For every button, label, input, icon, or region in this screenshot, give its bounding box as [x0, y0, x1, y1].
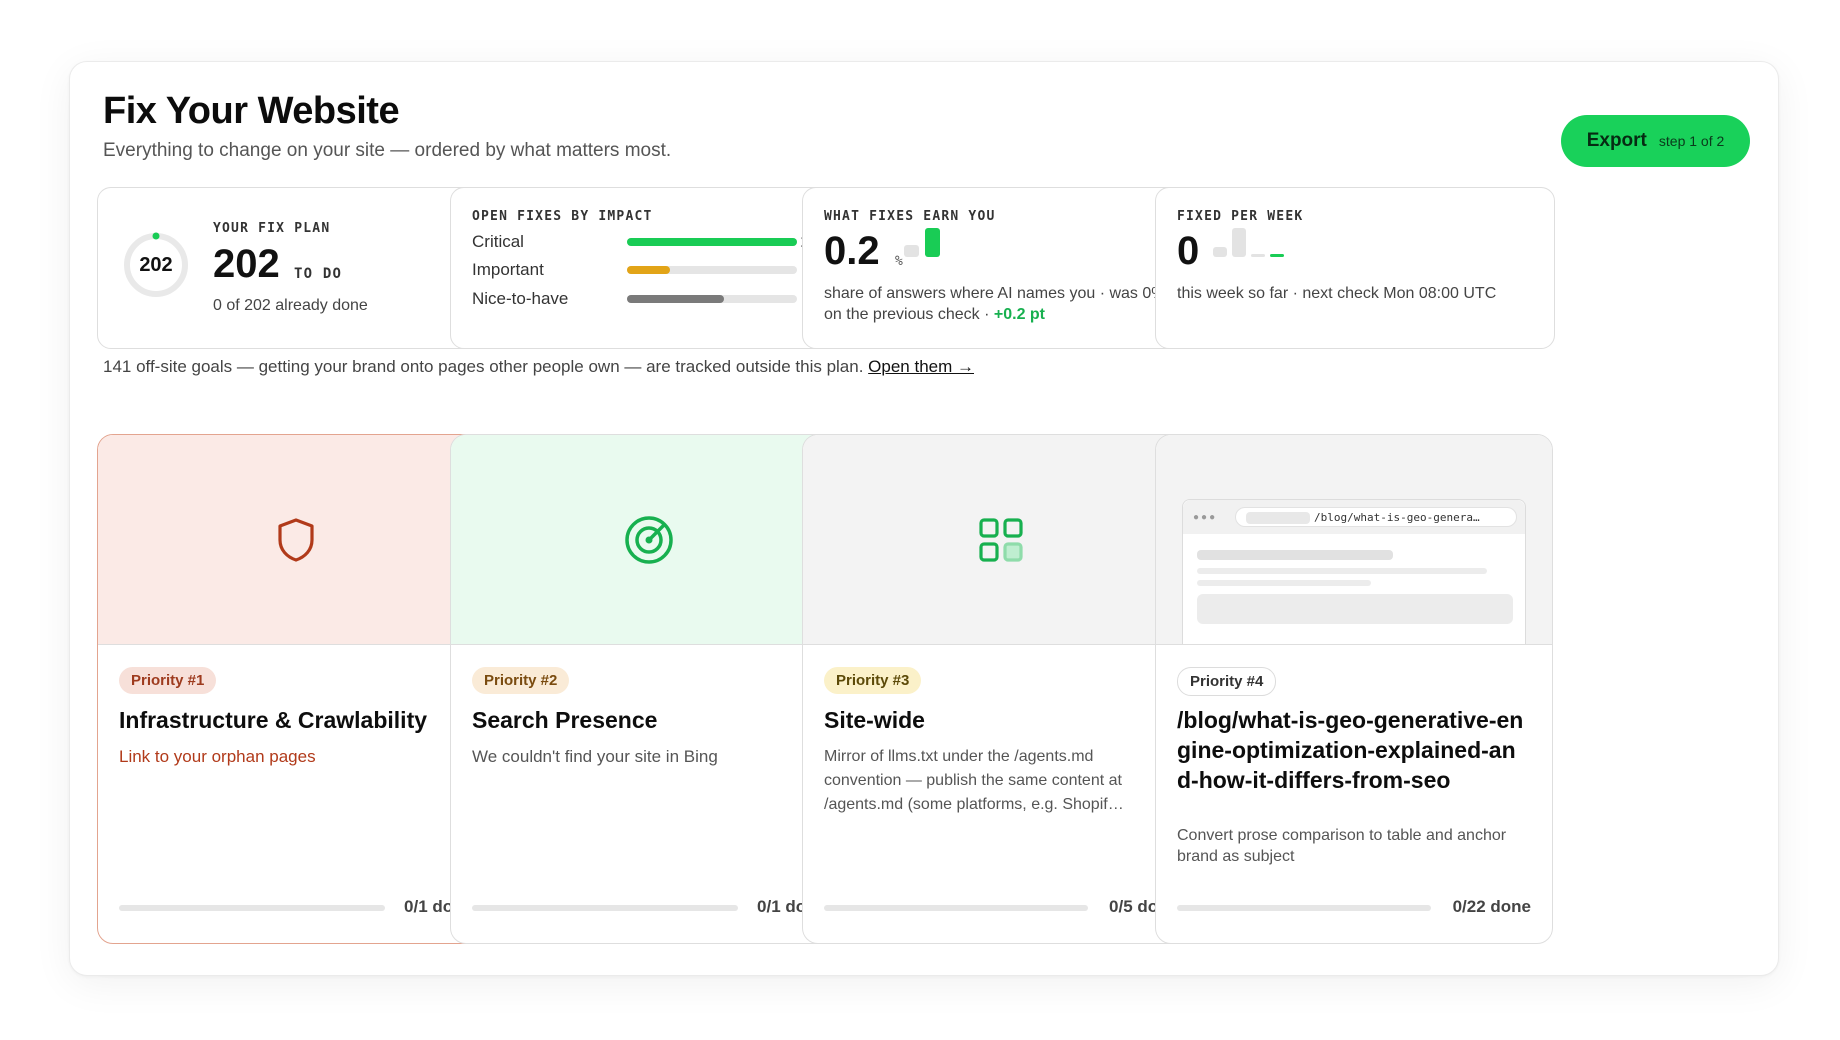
task-description: Link to your orphan pages	[119, 747, 316, 766]
plan-count: 202	[213, 242, 280, 286]
radar-target-icon	[625, 515, 673, 564]
task-description: We couldn't find your site in Bing	[472, 747, 718, 766]
offsite-text: 141 off-site goals — getting your brand …	[103, 357, 869, 376]
task-card-4[interactable]: ●●● /blog/what-is-geo-genera… Priority #…	[1155, 434, 1553, 944]
fix-plan-panel: Fix Your Website Everything to change on…	[69, 61, 1779, 976]
weekly-bar	[1251, 254, 1265, 257]
impact-row-critical: Critical 111	[472, 232, 827, 252]
impact-track	[627, 295, 797, 303]
page-subtitle: Everything to change on your site — orde…	[103, 140, 672, 161]
placeholder-block	[1197, 594, 1513, 624]
task-progress: 0/5 done	[824, 897, 1178, 917]
task-card-2[interactable]: Priority #2 Search Presence We couldn't …	[450, 434, 848, 944]
earn-card: WHAT FIXES EARN YOU 0.2 % share of answe…	[802, 187, 1202, 349]
placeholder-line	[1197, 580, 1371, 586]
placeholder-line	[1197, 550, 1393, 560]
earn-bar-current	[925, 228, 940, 257]
task-hero	[803, 435, 1199, 645]
task-done-count: 0/22 done	[1452, 897, 1531, 916]
task-title: Site-wide	[824, 707, 925, 733]
weekly-description: this week so far · next check Mon 08:00 …	[1177, 285, 1497, 302]
export-button-label: Export	[1586, 130, 1647, 151]
priority-badge: Priority #1	[119, 667, 217, 694]
browser-url-path: /blog/what-is-geo-genera…	[1314, 511, 1480, 524]
impact-row-name: Important	[472, 260, 544, 279]
impact-row-name: Critical	[472, 232, 524, 251]
weekly-bar-current	[1270, 254, 1284, 257]
task-progress: 0/1 done	[472, 897, 826, 917]
task-progress-track	[1177, 905, 1431, 911]
placeholder-line	[1197, 568, 1487, 574]
earn-sparkline	[904, 228, 944, 257]
impact-row-name: Nice-to-have	[472, 289, 569, 308]
browser-url-bar: /blog/what-is-geo-genera…	[1235, 507, 1517, 527]
weekly-sparkline	[1213, 228, 1288, 257]
plan-count-suffix: TO DO	[294, 266, 343, 282]
task-description: Mirror of llms.txt under the /agents.md …	[824, 748, 1124, 813]
export-button[interactable]: Export step 1 of 2	[1561, 115, 1750, 167]
earn-description: share of answers where AI names you · wa…	[824, 283, 1184, 325]
plan-done-text: 0 of 202 already done	[213, 297, 368, 314]
impact-fill	[627, 238, 797, 246]
export-step-label: step 1 of 2	[1658, 133, 1725, 149]
impact-track	[627, 266, 797, 274]
task-hero: ●●● /blog/what-is-geo-genera…	[1156, 435, 1552, 645]
impact-row-nice-to-have: Nice-to-have 63	[472, 289, 827, 309]
task-progress-track	[119, 905, 385, 911]
impact-label: OPEN FIXES BY IMPACT	[472, 209, 653, 224]
task-card-1[interactable]: Priority #1 Infrastructure & Crawlabilit…	[97, 434, 495, 944]
browser-toolbar: ●●● /blog/what-is-geo-genera…	[1183, 500, 1525, 534]
priority-badge: Priority #2	[472, 667, 570, 694]
url-domain-redacted	[1246, 512, 1310, 524]
grid-icon	[979, 517, 1023, 562]
page-title: Fix Your Website	[103, 90, 400, 132]
task-progress: 0/22 done	[1177, 897, 1531, 917]
task-progress-track	[824, 905, 1088, 911]
priority-badge: Priority #3	[824, 667, 922, 694]
earn-value: 0.2	[824, 229, 880, 273]
earn-delta: +0.2 pt	[993, 306, 1046, 323]
impact-fill	[627, 295, 724, 303]
earn-bar-previous	[904, 245, 919, 257]
task-hero	[98, 435, 494, 645]
fix-plan-card: 202 YOUR FIX PLAN 202 TO DO 0 of 202 alr…	[97, 187, 497, 349]
shield-icon	[278, 517, 314, 562]
task-title: /blog/what-is-geo-generative-engine-opti…	[1177, 707, 1524, 793]
earn-unit: %	[895, 254, 903, 269]
weekly-card: FIXED PER WEEK 0 this week so far · next…	[1155, 187, 1555, 349]
weekly-label: FIXED PER WEEK	[1177, 209, 1304, 224]
priority-badge: Priority #4	[1177, 667, 1277, 696]
impact-fill	[627, 266, 670, 274]
earn-label: WHAT FIXES EARN YOU	[824, 209, 996, 224]
browser-preview-icon: ●●● /blog/what-is-geo-genera…	[1182, 499, 1526, 644]
plan-ring-value: 202	[139, 253, 173, 276]
open-offsite-link[interactable]: Open them →	[868, 357, 974, 376]
task-card-3[interactable]: Priority #3 Site-wide Mirror of llms.txt…	[802, 434, 1200, 944]
offsite-note: 141 off-site goals — getting your brand …	[103, 357, 974, 377]
task-progress: 0/1 done	[119, 897, 473, 917]
impact-row-important: Important 28	[472, 260, 827, 280]
task-hero	[451, 435, 847, 645]
weekly-bar	[1232, 228, 1246, 257]
weekly-value: 0	[1177, 229, 1200, 273]
weekly-bar	[1213, 247, 1227, 257]
task-description: Convert prose comparison to table and an…	[1177, 827, 1507, 865]
impact-track	[627, 238, 797, 246]
task-title: Infrastructure & Crawlability	[119, 707, 428, 733]
plan-label: YOUR FIX PLAN	[213, 221, 331, 236]
task-progress-track	[472, 905, 738, 911]
task-title: Search Presence	[472, 707, 658, 733]
impact-card: OPEN FIXES BY IMPACT Critical 111 Import…	[450, 187, 850, 349]
browser-dots-icon: ●●●	[1193, 512, 1218, 523]
